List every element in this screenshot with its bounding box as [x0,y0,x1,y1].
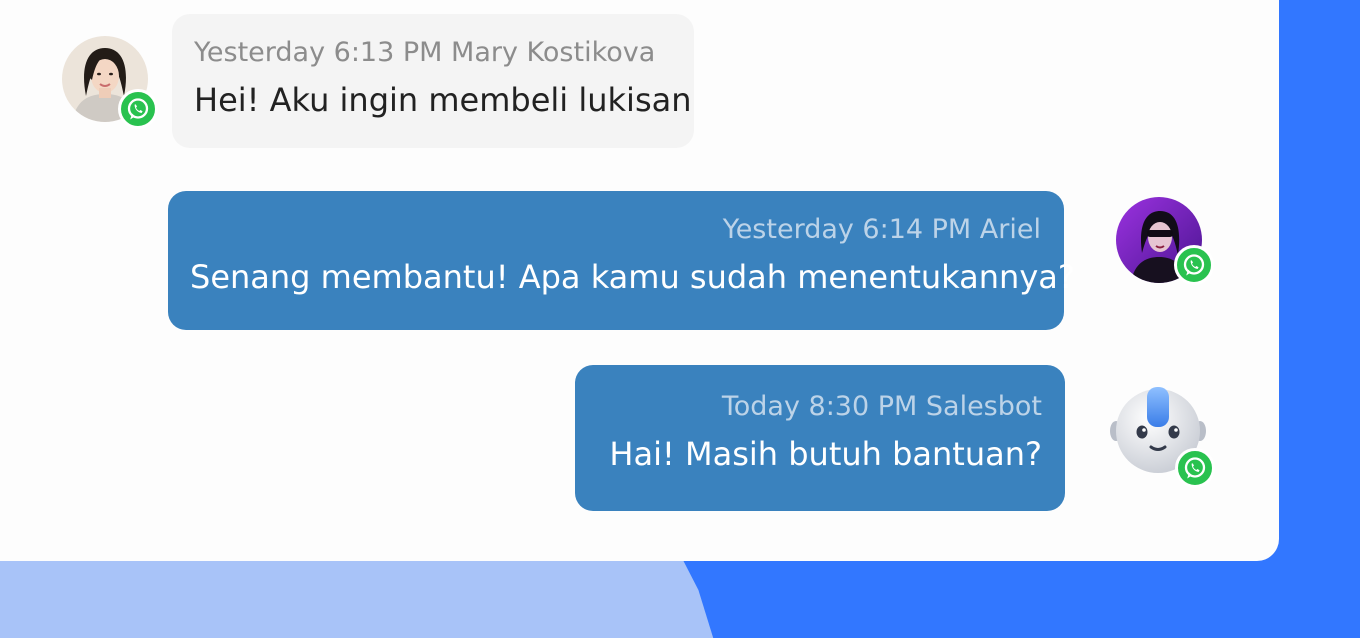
message-bubble-outgoing: Yesterday 6:14 PM Ariel Senang membantu!… [168,191,1075,330]
message-meta: Yesterday 6:14 PM Ariel [722,214,1041,245]
whatsapp-icon [118,89,158,129]
message-bubble-outgoing: Today 8:30 PM Salesbot Hai! Masih butuh … [575,365,1065,511]
whatsapp-icon [1175,448,1215,488]
message-text: Hai! Masih butuh bantuan? [609,435,1042,473]
message-meta: Today 8:30 PM Salesbot [721,391,1042,422]
message-bubble-incoming: Yesterday 6:13 PM Mary Kostikova Hei! Ak… [172,14,694,148]
message-meta: Yesterday 6:13 PM Mary Kostikova [194,37,656,68]
message-text: Senang membantu! Apa kamu sudah menentuk… [190,258,1075,296]
message-text: Hei! Aku ingin membeli lukisan [194,81,692,119]
whatsapp-icon [1174,245,1214,285]
